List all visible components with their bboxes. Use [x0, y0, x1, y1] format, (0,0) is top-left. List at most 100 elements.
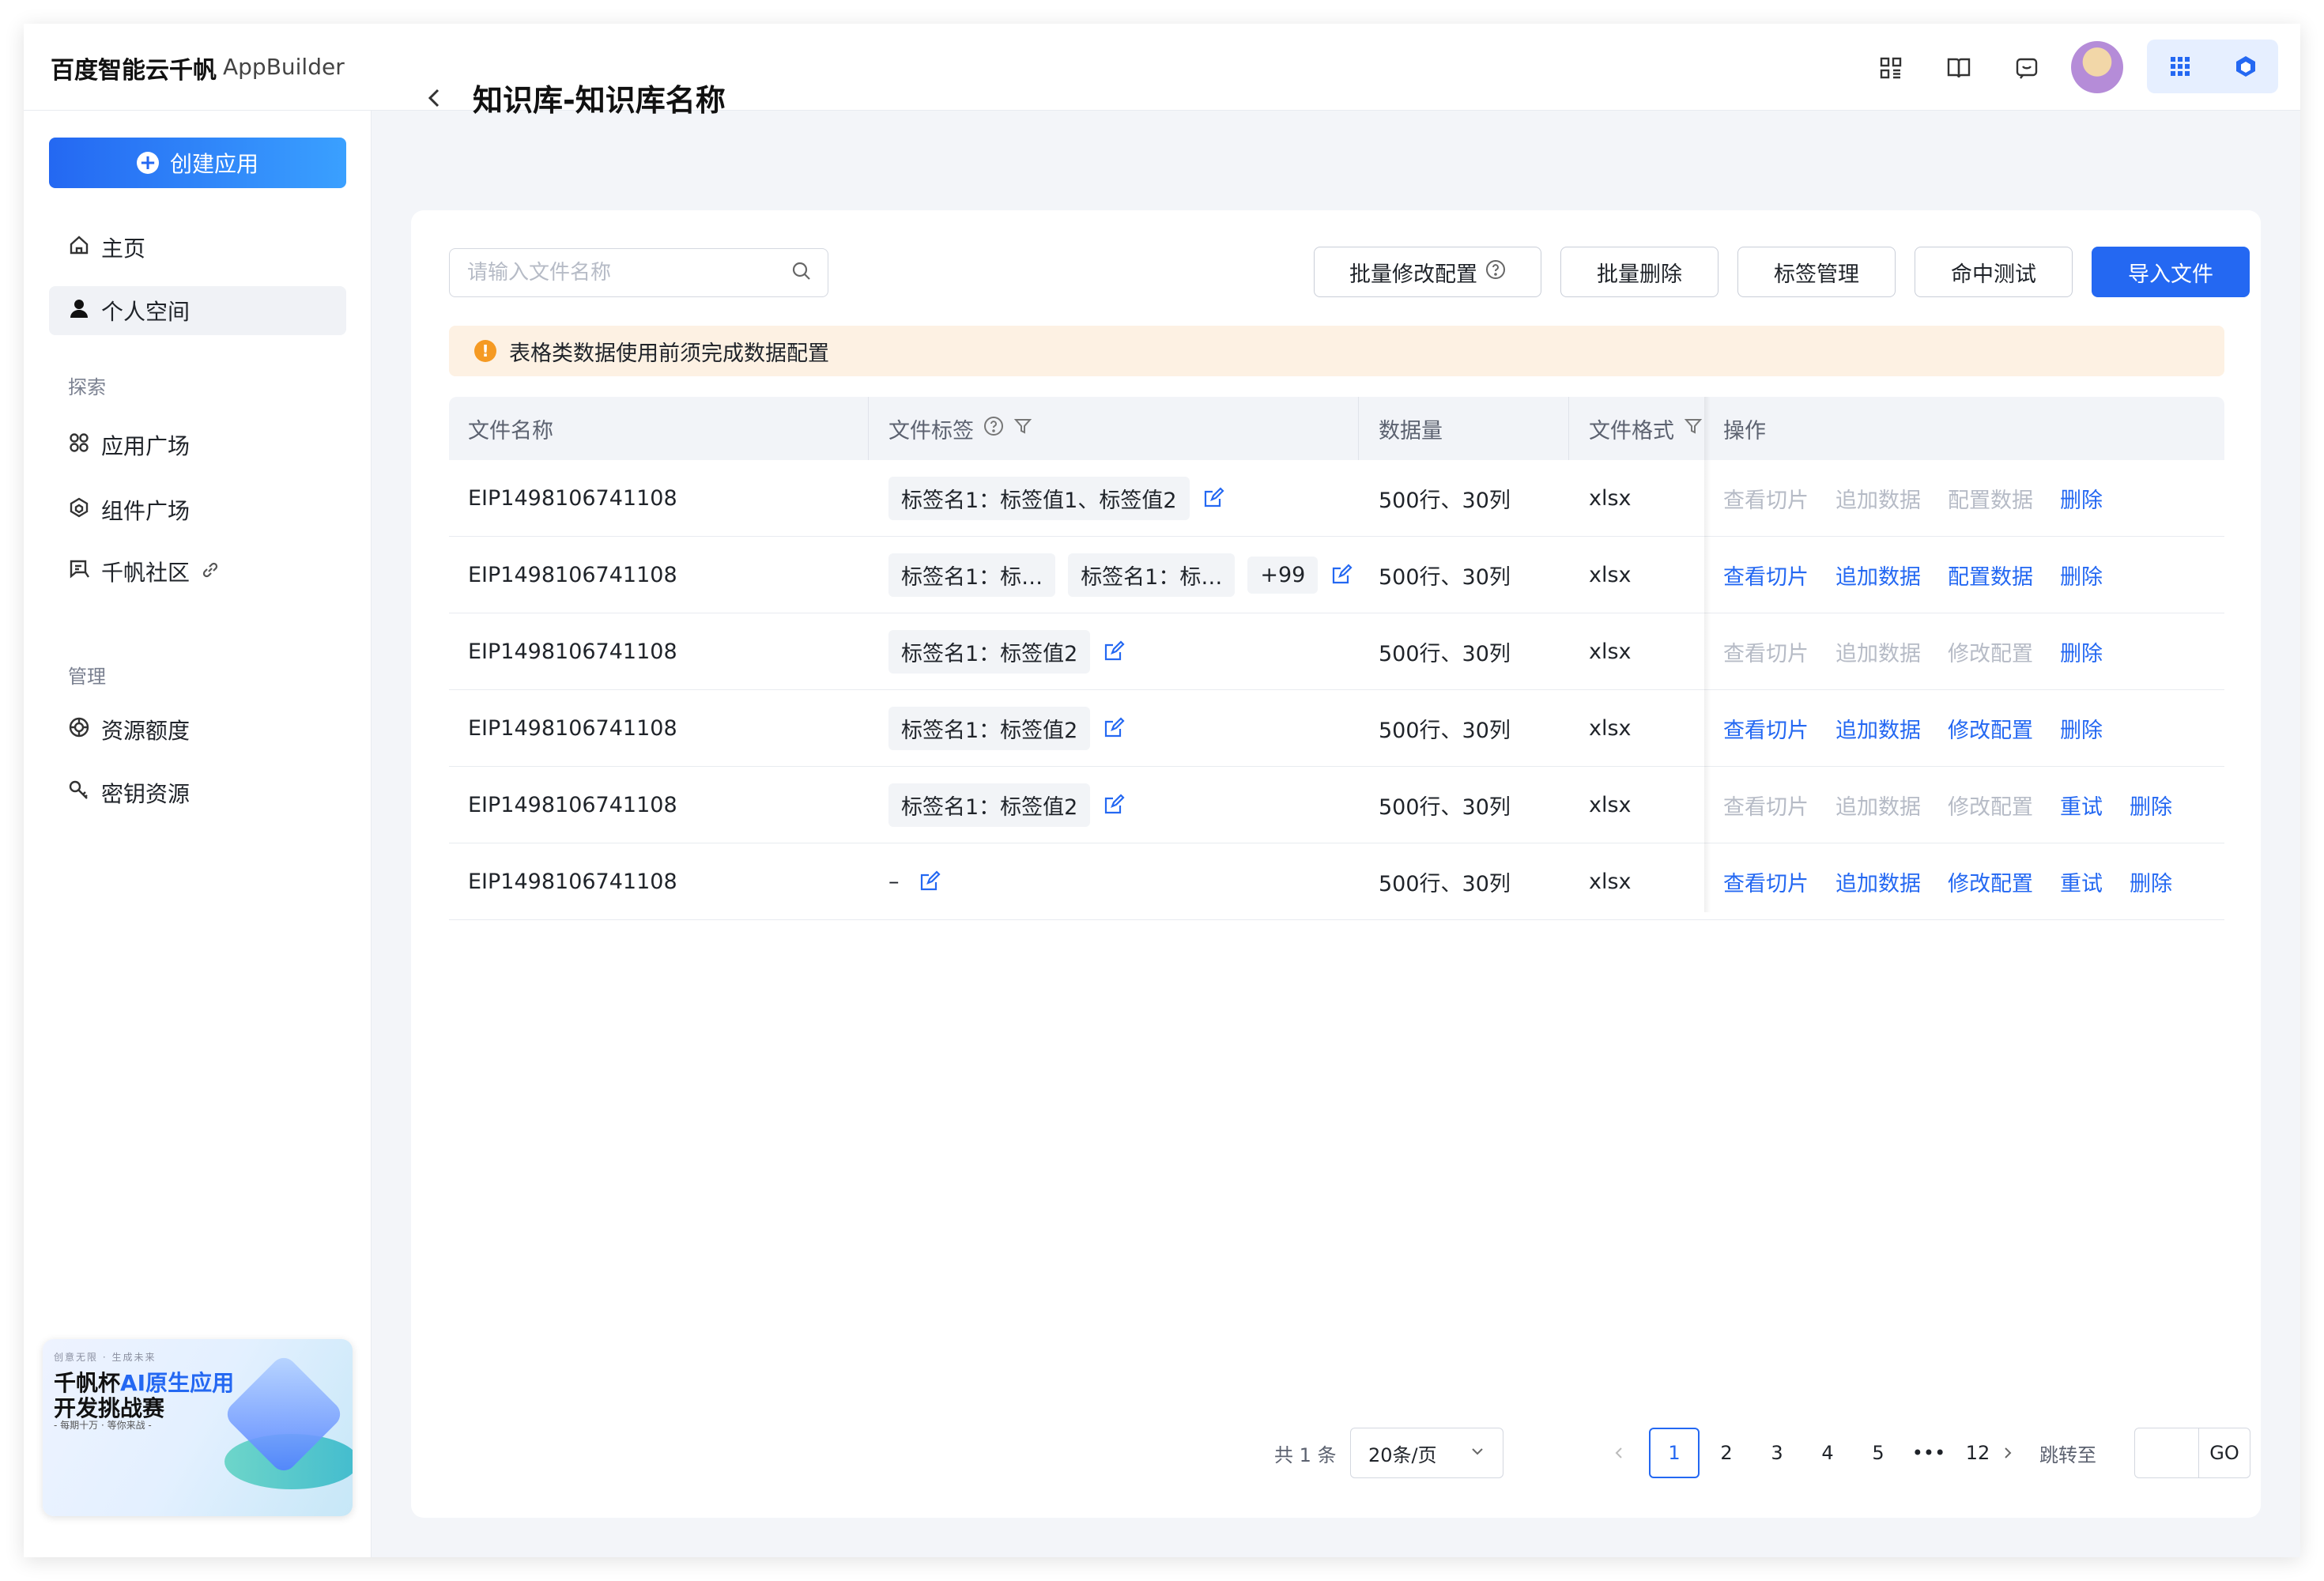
- batch-config-button[interactable]: 批量修改配置: [1314, 247, 1541, 297]
- banner-caption: - 每期十万 · 等你来战 -: [54, 1420, 152, 1431]
- import-file-button[interactable]: 导入文件: [2092, 247, 2250, 297]
- filter-icon[interactable]: [1684, 417, 1703, 441]
- sidebar-item-component-plaza[interactable]: 组件广场: [49, 485, 346, 534]
- quota-icon: [68, 716, 90, 744]
- action-link[interactable]: 删除: [2060, 560, 2103, 591]
- user-avatar[interactable]: [2071, 41, 2123, 93]
- page-number[interactable]: 4: [1802, 1428, 1853, 1478]
- action-link[interactable]: 重试: [2060, 790, 2103, 821]
- action-link: 修改配置: [1948, 794, 2033, 820]
- table-header: 文件名称 文件标签 数据量 文件格式 操作: [449, 397, 2224, 460]
- file-tags-cell: 标签名1：标签值2: [888, 767, 1125, 843]
- action-link: 查看切片: [1723, 794, 1809, 820]
- empty-tag: –: [888, 869, 900, 894]
- community-icon: [68, 558, 90, 586]
- action-link[interactable]: 删除: [2060, 713, 2103, 744]
- search-input[interactable]: [466, 260, 791, 285]
- create-app-button[interactable]: + 创建应用: [49, 138, 346, 188]
- file-name-cell: EIP1498106741108: [468, 562, 677, 587]
- next-page-icon[interactable]: [1992, 1428, 2024, 1478]
- tag-manage-button[interactable]: 标签管理: [1737, 247, 1896, 297]
- file-table: 文件名称 文件标签 数据量 文件格式 操作 EIP1498106741108 标…: [449, 397, 2224, 920]
- file-format-cell: xlsx: [1589, 562, 1632, 587]
- action-link[interactable]: 删除: [2060, 636, 2103, 667]
- go-button[interactable]: GO: [2198, 1428, 2250, 1478]
- page-size-select[interactable]: 20条/页: [1350, 1428, 1503, 1478]
- sidebar-item-key-resource[interactable]: 密钥资源: [49, 768, 346, 817]
- sidebar-item-app-plaza[interactable]: 应用广场: [49, 421, 346, 470]
- action-link[interactable]: 删除: [2130, 790, 2172, 821]
- edit-icon[interactable]: [1103, 794, 1125, 816]
- promo-banner[interactable]: 创意无限 · 生成未来 千帆杯AI原生应用 开发挑战赛 - 每期十万 · 等你来…: [43, 1339, 353, 1516]
- sidebar-item-personal-space[interactable]: 个人空间: [49, 286, 346, 335]
- content-card: 批量修改配置 批量删除 标签管理 命中测试 导入文件 ! 表格类数据使用前须完成…: [411, 210, 2261, 1518]
- data-config-alert: ! 表格类数据使用前须完成数据配置: [449, 326, 2224, 376]
- search-icon[interactable]: [791, 261, 812, 285]
- page-ellipsis[interactable]: •••: [1903, 1428, 1954, 1478]
- back-arrow-icon[interactable]: [419, 82, 451, 114]
- sidebar-item-home[interactable]: 主页: [49, 223, 346, 272]
- edit-icon[interactable]: [1330, 564, 1353, 586]
- edit-icon[interactable]: [1202, 487, 1224, 509]
- action-link[interactable]: 查看切片: [1723, 560, 1809, 591]
- file-tags-cell: 标签名1：标… 标签名1：标… +99: [888, 537, 1353, 613]
- brand-logo[interactable]: 百度智能云千帆: [51, 51, 217, 85]
- action-link[interactable]: 删除: [2060, 483, 2103, 514]
- batch-delete-button[interactable]: 批量删除: [1560, 247, 1718, 297]
- page-title: 知识库-知识库名称: [473, 83, 726, 118]
- fixed-column-shadow: [1704, 397, 1711, 912]
- file-format-cell: xlsx: [1589, 792, 1632, 817]
- book-icon[interactable]: [1943, 52, 1975, 84]
- file-tags-cell: 标签名1：标签值2: [888, 690, 1125, 766]
- help-icon[interactable]: [1485, 259, 1506, 285]
- action-link[interactable]: 配置数据: [1948, 560, 2033, 591]
- file-name-cell: EIP1498106741108: [468, 485, 677, 511]
- prev-page-icon[interactable]: [1603, 1428, 1635, 1478]
- cube-logo-icon[interactable]: [2213, 40, 2278, 93]
- sidebar-item-label: 密钥资源: [101, 781, 191, 807]
- tag-chip: 标签名1：标…: [888, 553, 1056, 597]
- apps-grid-icon[interactable]: [2147, 40, 2213, 93]
- edit-icon[interactable]: [1103, 717, 1125, 739]
- app-switch[interactable]: [2147, 40, 2278, 93]
- jump-page-input[interactable]: [2134, 1428, 2199, 1478]
- action-link[interactable]: 追加数据: [1835, 560, 1921, 591]
- feedback-icon[interactable]: [2011, 52, 2043, 84]
- sidebar-item-label: 主页: [101, 236, 146, 262]
- table-row: EIP1498106741108 – 500行、30列 xlsx 查看切片 追加数据 修改配…: [449, 843, 2224, 920]
- page-number[interactable]: 3: [1752, 1428, 1802, 1478]
- hit-test-button[interactable]: 命中测试: [1915, 247, 2073, 297]
- page-number[interactable]: 5: [1853, 1428, 1903, 1478]
- sidebar-item-label: 资源额度: [101, 718, 191, 744]
- search-box[interactable]: [449, 248, 828, 297]
- action-link[interactable]: 修改配置: [1948, 713, 2033, 744]
- data-size-cell: 500行、30列: [1379, 871, 1511, 896]
- action-link[interactable]: 删除: [2130, 866, 2172, 897]
- tag-chip: +99: [1247, 556, 1319, 594]
- file-format-cell: xlsx: [1589, 639, 1632, 664]
- action-link[interactable]: 修改配置: [1948, 866, 2033, 897]
- action-link[interactable]: 追加数据: [1835, 866, 1921, 897]
- tag-chip: 标签名1：标签值2: [888, 706, 1091, 750]
- sidebar-item-label: 组件广场: [101, 498, 191, 524]
- edit-icon[interactable]: [1103, 640, 1125, 662]
- grid-icon[interactable]: [1875, 52, 1907, 84]
- col-file-tags: 文件标签: [888, 397, 1032, 460]
- action-link[interactable]: 查看切片: [1723, 866, 1809, 897]
- table-row: EIP1498106741108 标签名1：标签值2 500行、30列 xlsx 查看切…: [449, 767, 2224, 843]
- sidebar-item-community[interactable]: 千帆社区: [49, 547, 346, 596]
- help-icon[interactable]: [983, 416, 1004, 442]
- action-link[interactable]: 查看切片: [1723, 713, 1809, 744]
- edit-icon[interactable]: [919, 870, 941, 892]
- action-link[interactable]: 重试: [2060, 866, 2103, 897]
- table-row: EIP1498106741108 标签名1：标签值1、标签值2 500行、30列 xl…: [449, 460, 2224, 537]
- page-size-value: 20条/页: [1368, 1443, 1437, 1466]
- action-link[interactable]: 追加数据: [1835, 713, 1921, 744]
- filter-icon[interactable]: [1013, 417, 1032, 441]
- action-link: 追加数据: [1835, 488, 1921, 513]
- alert-text: 表格类数据使用前须完成数据配置: [509, 341, 829, 366]
- page-number[interactable]: 1: [1649, 1428, 1700, 1478]
- page-number[interactable]: 2: [1701, 1428, 1752, 1478]
- sidebar-item-resource-quota[interactable]: 资源额度: [49, 705, 346, 754]
- col-data-size: 数据量: [1379, 418, 1443, 443]
